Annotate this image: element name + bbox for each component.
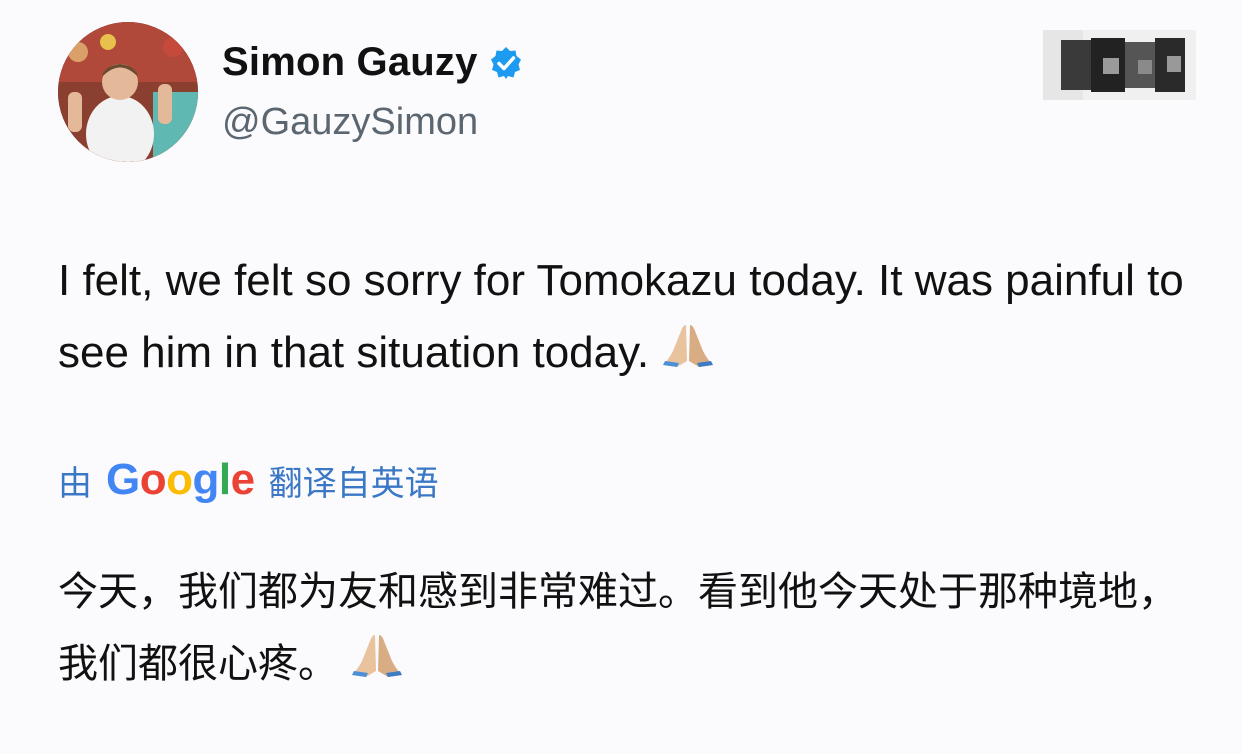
translated-by-label: 由: [58, 464, 92, 503]
verified-badge-icon: [490, 46, 521, 79]
translated-body: 今天，我们都为友和感到非常难过。看到他今天处于那种境地，我们都很心疼。: [58, 556, 1208, 702]
redacted-button[interactable]: [1043, 30, 1196, 100]
translated-text: 今天，我们都为友和感到非常难过。看到他今天处于那种境地，我们都很心疼。: [58, 569, 1178, 687]
display-name[interactable]: Simon Gauzy: [222, 40, 478, 85]
google-logo: Google: [106, 455, 255, 504]
avatar[interactable]: [58, 22, 198, 162]
profile-handle[interactable]: @GauzySimon: [222, 101, 478, 144]
tweet-text: I felt, we felt so sorry for Tomokazu to…: [58, 256, 1184, 377]
tweet-body: I felt, we felt so sorry for Tomokazu to…: [58, 245, 1208, 391]
translation-attribution[interactable]: 由 Google 翻译自英语: [58, 455, 439, 505]
profile-photo-icon: [58, 22, 198, 162]
profile-name-row: Simon Gauzy: [222, 40, 524, 85]
folded-hands-emoji-icon: [659, 319, 717, 391]
folded-hands-emoji-icon: [348, 630, 406, 702]
translated-from-label: 翻译自英语: [268, 464, 439, 503]
